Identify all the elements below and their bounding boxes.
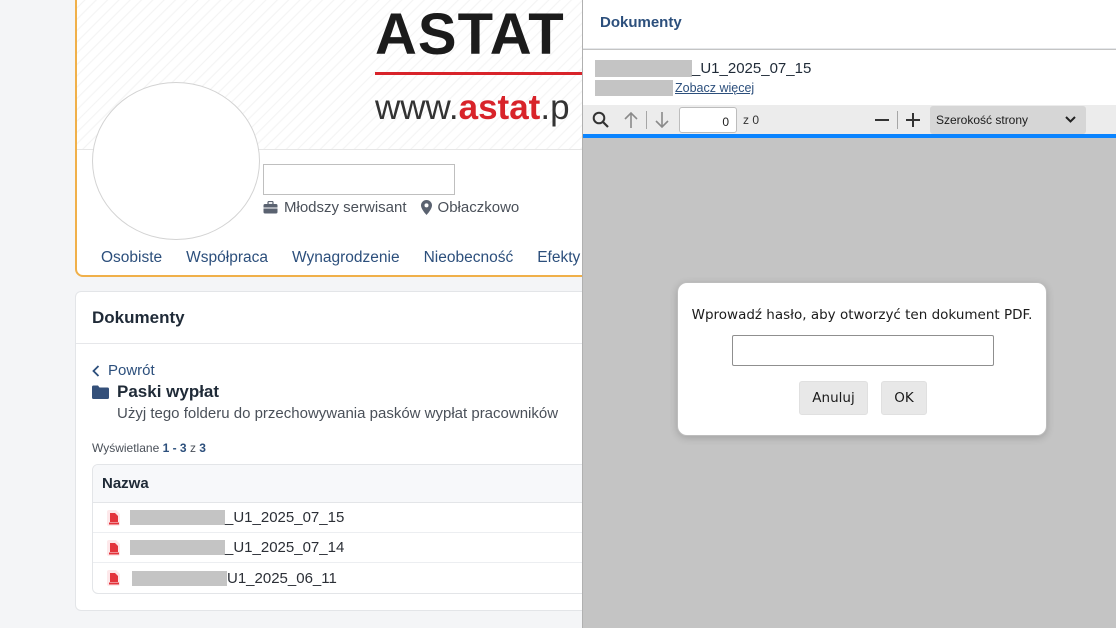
redacted-text [595,60,692,77]
cancel-button[interactable]: Anuluj [799,381,868,415]
pdf-file-icon [104,538,124,558]
back-link-label: Powrót [108,362,155,379]
role-item: Młodszy serwisant [263,199,407,216]
tab-wynagrodzenie[interactable]: Wynagrodzenie [292,249,400,267]
column-header-name[interactable]: Nazwa [93,465,594,503]
pdf-toolbar: z 0 Szerokość strony [583,105,1116,138]
password-dialog: Wprowadź hasło, aby otworzyć ten dokumen… [677,282,1047,436]
pdf-file-icon [104,508,124,528]
page-number-input[interactable] [679,106,737,133]
profile-tabs: Osobiste Współpraca Wynagrodzenie Nieobe… [101,249,593,267]
pdf-viewer-panel: Dokumenty _U1_2025_07_15 Zobacz więcej z… [582,0,1116,628]
documents-table: Nazwa _U1_2025_07_15 _U1_2025_07_14 U1_2… [92,464,594,594]
search-icon[interactable] [587,107,613,133]
profile-card: ASTAT www.astat.p Młodszy serwisant Obła… [75,0,595,277]
redacted-text [595,80,673,96]
location-item: Obłaczkowo [420,199,520,216]
avatar [92,82,260,240]
pdf-file-name: _U1_2025_07_15 [595,60,811,77]
password-prompt: Wprowadź hasło, aby otworzyć ten dokumen… [691,307,1033,323]
redacted-text [130,540,225,555]
document-name: _U1_2025_07_14 [225,539,345,556]
folder-description: Użyj tego folderu do przechowywania pask… [117,405,559,422]
folder-title-text: Paski wypłat [117,382,220,401]
chevron-down-icon [1065,116,1076,123]
document-name: U1_2025_06_11 [227,569,337,587]
tab-wspolpraca[interactable]: Współpraca [186,249,268,267]
zoom-in-icon[interactable] [900,107,926,133]
redacted-text [132,570,227,586]
map-pin-icon [420,200,432,215]
company-logo-underline [375,72,593,75]
arrow-down-icon[interactable] [649,107,675,133]
pdf-file-icon [104,568,124,588]
table-row[interactable]: _U1_2025_07_14 [93,533,594,563]
folder-title: Paski wypłat [92,382,219,402]
tab-efekty[interactable]: Efekty [537,249,580,267]
pdf-file-info: _U1_2025_07_15 Zobacz więcej [583,50,1116,105]
profile-meta: Młodszy serwisant Obłaczkowo [263,199,533,216]
folder-icon [92,385,109,399]
back-link[interactable]: Powrót [92,362,155,379]
briefcase-icon [263,201,278,214]
password-input[interactable] [732,335,994,366]
table-row[interactable]: _U1_2025_07_15 [93,503,594,533]
tab-nieobecnosc[interactable]: Nieobecność [424,249,514,267]
location-text: Obłaczkowo [437,199,520,216]
documents-header: Dokumenty [76,292,594,344]
pdf-panel-title: Dokumenty [583,0,1116,49]
pdf-file-more: Zobacz więcej [595,80,754,96]
documents-card: Dokumenty Powrót Paski wypłat Użyj tego … [75,291,595,611]
company-logo-text: ASTAT [375,2,565,67]
ok-button[interactable]: OK [881,381,927,415]
tab-osobiste[interactable]: Osobiste [101,249,162,267]
zoom-select-value: Szerokość strony [936,112,1029,127]
arrow-up-icon[interactable] [618,107,644,133]
document-name: _U1_2025_07_15 [225,509,345,526]
role-text: Młodszy serwisant [284,199,407,216]
redacted-text [130,510,225,525]
toolbar-separator [646,110,647,129]
zoom-out-icon[interactable] [869,107,895,133]
toolbar-separator [897,110,898,129]
table-row[interactable]: U1_2025_06_11 [93,563,594,593]
result-count: Wyświetlane 1 - 3 z 3 [92,441,206,455]
company-logo-url: www.astat.p [375,88,570,127]
see-more-link[interactable]: Zobacz więcej [675,81,754,95]
zoom-select[interactable]: Szerokość strony [930,105,1086,134]
page-count: z 0 [743,112,760,127]
employee-name-field [263,164,455,195]
chevron-left-icon [92,364,100,377]
